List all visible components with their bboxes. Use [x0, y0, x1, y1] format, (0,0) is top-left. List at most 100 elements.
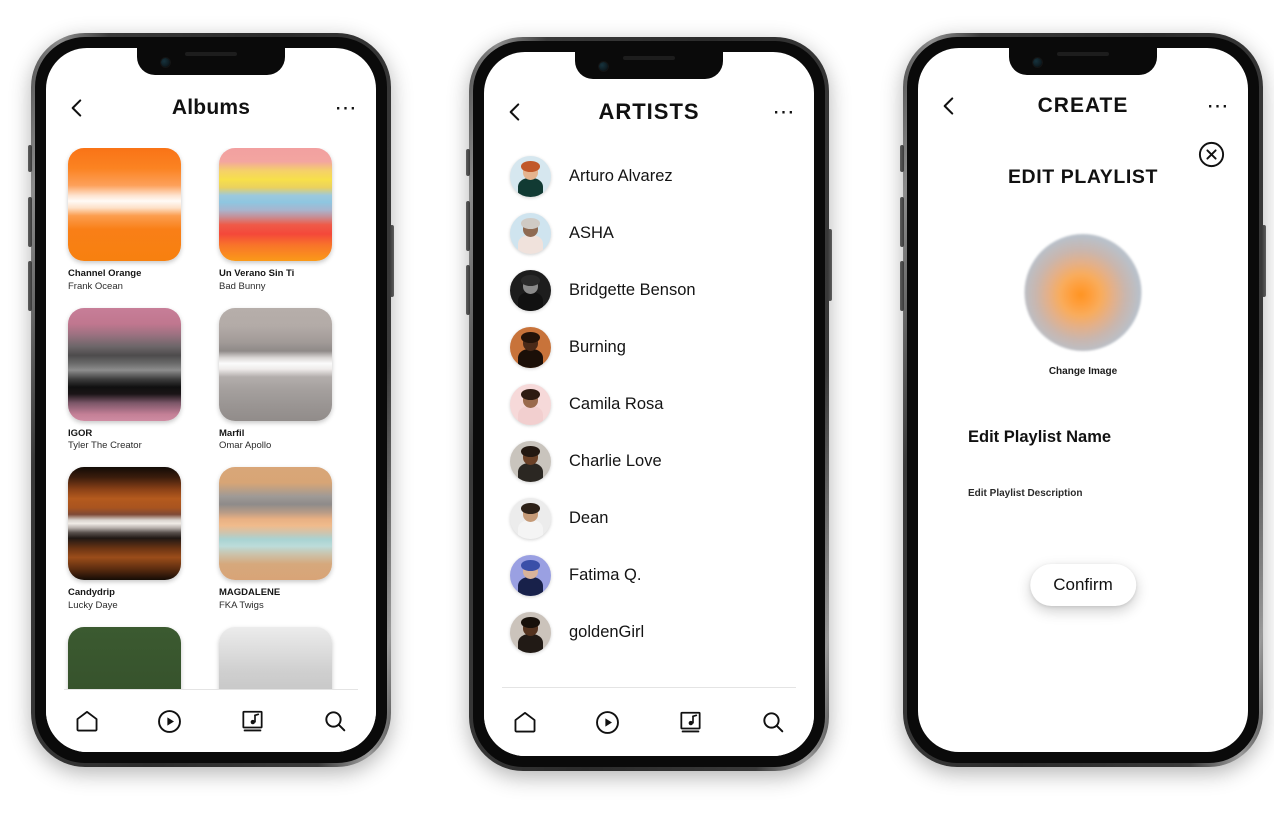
artists-list[interactable]: Arturo Alvarez ASHA Bridgette Benson Burnin…	[484, 148, 814, 688]
avatar-body	[518, 406, 543, 425]
album-cover[interactable]	[68, 307, 181, 421]
artist-avatar[interactable]	[510, 555, 551, 596]
artist-row[interactable]: Fatima Q.	[484, 547, 814, 604]
artist-row[interactable]: Camila Rosa	[484, 376, 814, 433]
more-horizontal-icon[interactable]: ⋯	[332, 97, 358, 119]
album-card[interactable]: Marfil Omar Apollo	[219, 307, 354, 454]
play-circle-icon	[596, 710, 620, 734]
album-card[interactable]	[68, 626, 203, 690]
artist-avatar[interactable]	[510, 270, 551, 311]
album-card[interactable]	[219, 626, 354, 690]
album-artist: FKA Twigs	[219, 600, 264, 612]
album-title: Channel Orange	[68, 268, 142, 279]
back-chevron-icon[interactable]	[936, 93, 962, 119]
album-card[interactable]: Candydrip Lucky Daye	[68, 467, 203, 613]
phone-create: CREATE ⋯ EDIT PLAYLIST Change Image Edit…	[900, 33, 1266, 767]
artist-avatar[interactable]	[510, 612, 551, 653]
tab-home[interactable]	[70, 704, 104, 738]
artist-row[interactable]: Bridgette Benson	[484, 262, 814, 319]
change-image-button[interactable]: Change Image	[918, 366, 1248, 377]
tab-library[interactable]	[235, 704, 269, 738]
notch	[137, 48, 285, 75]
artist-row[interactable]: Arturo Alvarez	[484, 148, 814, 205]
album-artist: Omar Apollo	[219, 440, 272, 452]
avatar-body	[518, 292, 543, 311]
silence-switch[interactable]	[900, 145, 904, 172]
power-button[interactable]	[828, 229, 832, 301]
search-icon	[763, 712, 784, 733]
album-title: IGOR	[68, 427, 93, 439]
artist-row[interactable]: goldenGirl	[484, 604, 814, 661]
silence-switch[interactable]	[466, 149, 470, 176]
album-card[interactable]: MAGDALENE FKA Twigs	[219, 467, 354, 613]
play-circle-icon	[158, 709, 182, 733]
album-card[interactable]: IGOR Tyler The Creator	[68, 307, 203, 454]
artist-name: Charlie Love	[569, 452, 662, 470]
music-library-icon	[680, 711, 701, 732]
album-cover[interactable]	[68, 467, 181, 581]
album-title: Un Verano Sin Ti	[219, 268, 295, 279]
artist-avatar[interactable]	[510, 498, 551, 539]
album-cover[interactable]	[219, 467, 332, 581]
silence-switch[interactable]	[28, 145, 32, 172]
more-horizontal-icon[interactable]: ⋯	[770, 101, 796, 123]
back-chevron-icon[interactable]	[502, 99, 528, 125]
volume-down-button[interactable]	[28, 261, 32, 311]
artist-name: Dean	[569, 509, 609, 527]
tabbar-albums	[46, 690, 376, 752]
notch	[575, 52, 723, 79]
artist-avatar[interactable]	[510, 384, 551, 425]
earpiece-speaker	[1057, 52, 1109, 56]
more-horizontal-icon[interactable]: ⋯	[1204, 95, 1230, 117]
avatar-body	[518, 634, 543, 653]
volume-up-button[interactable]	[28, 197, 32, 247]
confirm-button[interactable]: Confirm	[1030, 564, 1136, 606]
tab-search[interactable]	[318, 704, 352, 738]
back-chevron-icon[interactable]	[64, 95, 90, 121]
tab-library[interactable]	[673, 705, 707, 739]
tab-play[interactable]	[153, 704, 187, 738]
artist-avatar[interactable]	[510, 213, 551, 254]
page-title: CREATE	[1037, 94, 1129, 117]
music-library-icon	[242, 710, 263, 731]
volume-down-button[interactable]	[900, 261, 904, 311]
power-button[interactable]	[390, 225, 394, 297]
album-card[interactable]: Un Verano Sin Ti Bad Bunny	[219, 148, 354, 294]
avatar-hair	[521, 617, 540, 628]
album-cover[interactable]	[68, 626, 181, 690]
albums-scroll-area[interactable]: Channel Orange Frank Ocean Un Verano Sin…	[46, 148, 376, 690]
avatar-body	[518, 520, 543, 539]
screen-albums: Albums ⋯ Channel Orange Frank Ocean Un V…	[46, 48, 376, 752]
artist-row[interactable]: ASHA	[484, 205, 814, 262]
album-title: Candydrip	[68, 587, 115, 599]
album-artist: Lucky Daye	[68, 600, 118, 612]
volume-up-button[interactable]	[466, 201, 470, 251]
album-cover[interactable]	[219, 626, 332, 690]
appbar-albums: Albums ⋯	[46, 88, 376, 128]
notch	[1009, 48, 1157, 75]
volume-up-button[interactable]	[900, 197, 904, 247]
power-button[interactable]	[1262, 225, 1266, 297]
phone-bezel-albums: Albums ⋯ Channel Orange Frank Ocean Un V…	[35, 37, 387, 763]
artist-avatar[interactable]	[510, 156, 551, 197]
artist-row[interactable]: Dean	[484, 490, 814, 547]
playlist-cover-image[interactable]	[1024, 234, 1142, 351]
artist-avatar[interactable]	[510, 327, 551, 368]
artist-row[interactable]: Burning	[484, 319, 814, 376]
tab-home[interactable]	[508, 705, 542, 739]
playlist-description-field[interactable]: Edit Playlist Description	[968, 488, 1082, 499]
playlist-name-field[interactable]: Edit Playlist Name	[968, 428, 1111, 447]
album-card[interactable]: Channel Orange Frank Ocean	[68, 148, 203, 294]
artist-avatar[interactable]	[510, 441, 551, 482]
album-cover[interactable]	[219, 307, 332, 421]
tab-search[interactable]	[756, 705, 790, 739]
album-cover[interactable]	[68, 148, 181, 261]
screenshot-canvas: Albums ⋯ Channel Orange Frank Ocean Un V…	[0, 0, 1274, 814]
avatar-hair	[521, 389, 540, 400]
avatar-body	[518, 463, 543, 482]
volume-down-button[interactable]	[466, 265, 470, 315]
tab-play[interactable]	[591, 705, 625, 739]
avatar-hair	[521, 503, 540, 514]
artist-row[interactable]: Charlie Love	[484, 433, 814, 490]
album-cover[interactable]	[219, 148, 332, 261]
